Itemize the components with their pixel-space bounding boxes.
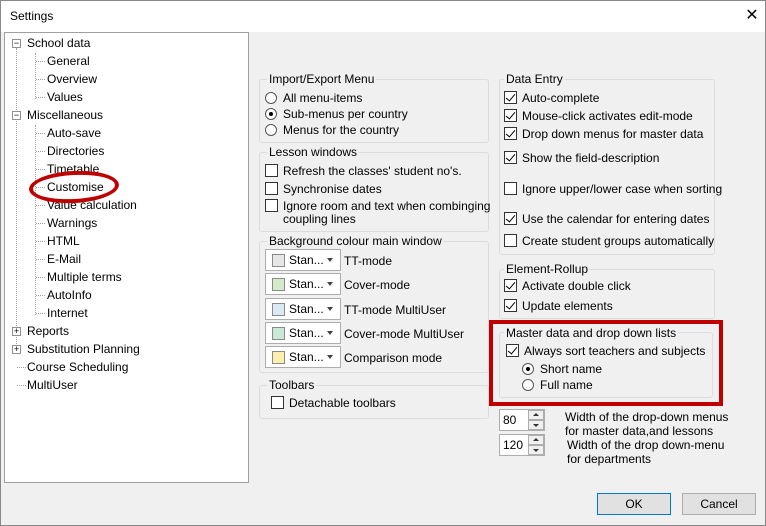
collapse-icon[interactable]: − <box>12 111 21 120</box>
chevron-down-icon <box>327 355 333 359</box>
tree-item-course-scheduling[interactable]: Course Scheduling <box>27 359 128 375</box>
tree-item-reports[interactable]: Reports <box>27 323 69 339</box>
colour-select-tt-mode-multiuser[interactable]: Stan... <box>265 298 341 320</box>
departments-width-spinner[interactable]: 120 <box>499 434 545 456</box>
collapse-icon[interactable]: − <box>12 39 21 48</box>
lesson-windows-title: Lesson windows <box>267 145 360 159</box>
data-entry-title: Data Entry <box>504 72 565 86</box>
tree-item-autoinfo[interactable]: AutoInfo <box>47 287 92 303</box>
title-bar: Settings ✕ <box>1 1 765 32</box>
colour-select-comparison-mode[interactable]: Stan... <box>265 346 341 368</box>
checkbox-ignore-room-text-line2: coupling lines <box>283 212 356 226</box>
tree-item-substitution-planning[interactable]: Substitution Planning <box>27 341 140 357</box>
tree-item-general[interactable]: General <box>47 53 90 69</box>
highlight-box <box>489 320 723 406</box>
tree-item-overview[interactable]: Overview <box>47 71 97 87</box>
expand-icon[interactable]: + <box>12 345 21 354</box>
colour-select-cover-mode[interactable]: Stan... <box>265 273 341 295</box>
spin-down-icon[interactable] <box>528 420 544 430</box>
label-cover-mode-multiuser: Cover-mode MultiUser <box>344 327 465 341</box>
window-title: Settings <box>10 9 54 23</box>
tree-item-miscellaneous[interactable]: Miscellaneous <box>27 107 103 123</box>
label-tt-mode: TT-mode <box>344 254 393 268</box>
colour-select-tt-mode[interactable]: Stan... <box>265 249 341 271</box>
settings-dialog: Settings ✕ − School data General Overvie… <box>0 0 766 526</box>
close-icon[interactable]: ✕ <box>739 4 765 28</box>
chevron-down-icon <box>327 331 333 335</box>
colour-select-cover-mode-multiuser[interactable]: Stan... <box>265 322 341 344</box>
tree-item-directories[interactable]: Directories <box>47 143 104 159</box>
label-cover-mode: Cover-mode <box>344 278 411 292</box>
chevron-down-icon <box>327 282 333 286</box>
tree-item-auto-save[interactable]: Auto-save <box>47 125 101 141</box>
label-tt-mode-multiuser: TT-mode MultiUser <box>344 303 447 317</box>
cancel-button[interactable]: Cancel <box>682 493 756 515</box>
spin-up-icon[interactable] <box>528 435 544 445</box>
settings-tree[interactable]: − School data General Overview Values − … <box>4 32 249 483</box>
expand-icon[interactable]: + <box>12 327 21 336</box>
tree-item-school-data[interactable]: School data <box>27 35 90 51</box>
toolbars-title: Toolbars <box>267 378 317 392</box>
masterdata-width-spinner[interactable]: 80 <box>499 409 545 431</box>
tree-item-warnings[interactable]: Warnings <box>47 215 97 231</box>
ok-button[interactable]: OK <box>597 493 671 515</box>
spin-up-icon[interactable] <box>528 410 544 420</box>
spin-down-icon[interactable] <box>528 445 544 455</box>
tree-item-email[interactable]: E-Mail <box>47 251 81 267</box>
tree-item-multiple-terms[interactable]: Multiple terms <box>47 269 122 285</box>
tree-item-html[interactable]: HTML <box>47 233 80 249</box>
label-comparison-mode: Comparison mode <box>344 351 443 365</box>
element-rollup-title: Element-Rollup <box>504 262 591 276</box>
background-colour-title: Background colour main window <box>267 234 444 248</box>
tree-item-values[interactable]: Values <box>47 89 83 105</box>
tree-item-internet[interactable]: Internet <box>47 305 88 321</box>
chevron-down-icon <box>327 258 333 262</box>
departments-width-label-2: for departments <box>567 452 652 466</box>
tree-item-multiuser[interactable]: MultiUser <box>27 377 78 393</box>
import-export-title: Import/Export Menu <box>267 72 377 86</box>
chevron-down-icon <box>327 307 333 311</box>
